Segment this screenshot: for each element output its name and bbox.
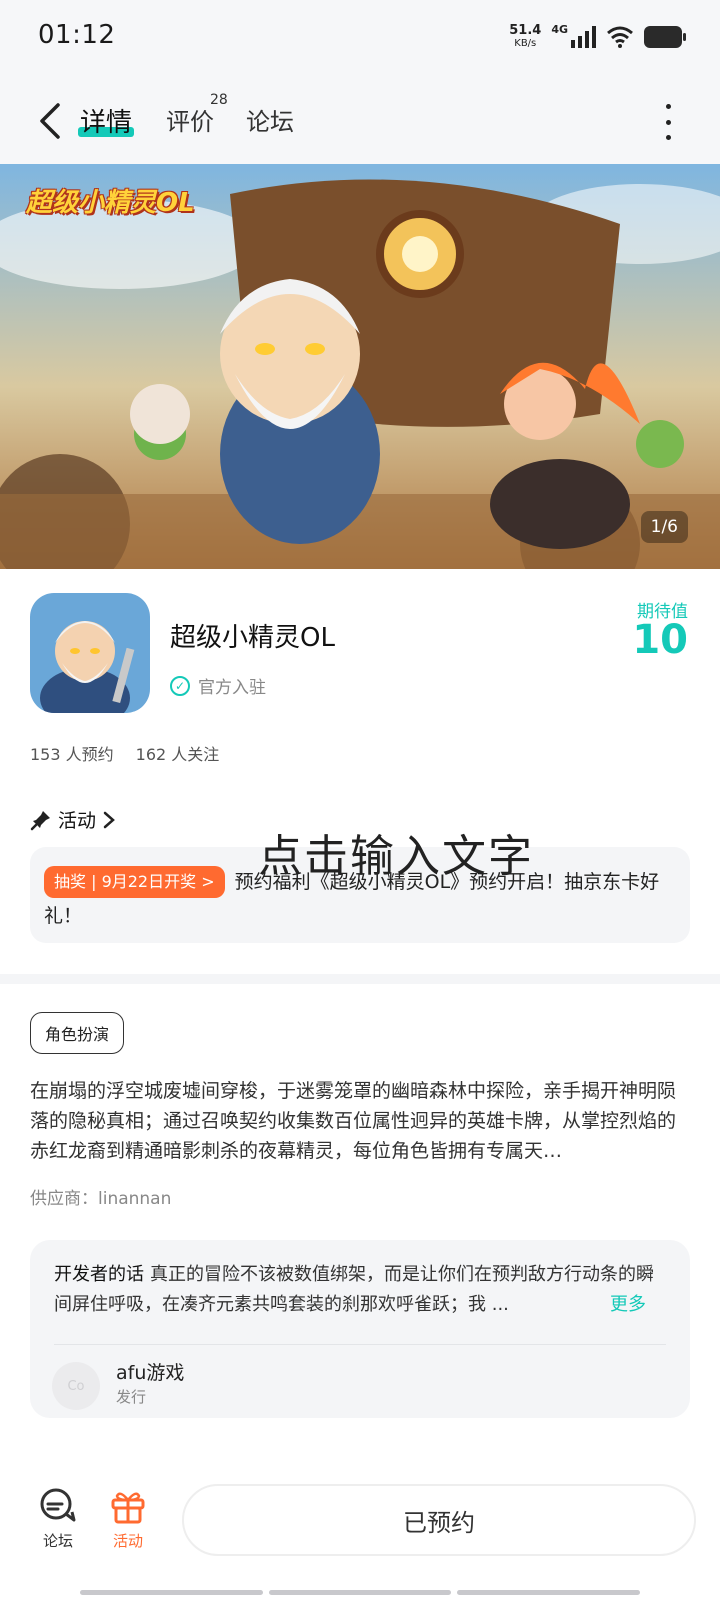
tab-forum[interactable]: 论坛	[246, 102, 294, 137]
publisher-role: 发行	[116, 1388, 147, 1406]
bottom-activity-label: 活动	[112, 1532, 143, 1550]
status-time: 01:12	[38, 20, 116, 50]
text-input-overlay[interactable]: 点击输入文字	[258, 820, 534, 884]
forum-chat-icon	[40, 1488, 76, 1522]
back-button[interactable]	[28, 96, 72, 146]
home-indicator-segment	[268, 1590, 452, 1595]
section-divider	[0, 974, 720, 984]
app-stats: 153 人预约 162 人关注	[30, 741, 219, 765]
chevron-right-icon	[103, 811, 115, 828]
status-bar: 01:12 51.4 KB/s 4G	[0, 0, 720, 78]
genre-tag[interactable]: 角色扮演	[30, 1012, 125, 1054]
app-icon	[30, 593, 150, 713]
developer-note-card: 开发者的话 真正的冒险不该被数值绑架，而是让你们在预判敌方行动条的瞬间屏住呼吸，在…	[30, 1240, 690, 1418]
review-count-badge: 28	[210, 92, 228, 108]
bottom-forum-button[interactable]: 论坛	[28, 1488, 88, 1551]
banner-artwork	[0, 164, 720, 569]
cell-signal-icon	[571, 26, 596, 48]
game-banner-carousel[interactable]: 超级小精灵OL 1/6	[0, 164, 720, 569]
expectation-value: 10	[632, 617, 688, 663]
tab-detail[interactable]: 详情	[78, 102, 135, 139]
home-indicator-segment	[80, 1590, 263, 1595]
activity-header-label: 活动	[58, 810, 97, 832]
developer-note: 开发者的话 真正的冒险不该被数值绑架，而是让你们在预判敌方行动条的瞬间屏住呼吸，在…	[54, 1260, 666, 1320]
developer-note-more-link[interactable]: 更多	[610, 1290, 646, 1316]
home-indicator-segment	[457, 1590, 641, 1595]
battery-icon	[644, 26, 686, 48]
app-icon-artwork	[30, 593, 150, 713]
tab-review[interactable]: 评价 28	[166, 92, 228, 137]
network-speed-value: 51.4	[509, 23, 542, 38]
developer-note-text: 真正的冒险不该被数值绑架，而是让你们在预判敌方行动条的瞬间屏住呼吸，在凑齐元素共…	[54, 1264, 654, 1315]
tab-review-label: 评价	[166, 108, 214, 136]
wifi-icon	[607, 26, 633, 48]
more-dot-icon	[665, 104, 671, 109]
bottom-activity-button[interactable]: 活动	[98, 1488, 158, 1551]
home-indicator	[80, 1590, 641, 1595]
bottom-action-bar: 论坛 活动 已预约	[0, 1466, 720, 1600]
app-info-section: 超级小精灵OL ✓ 官方入驻 期待值 10 153 人预约 162 人关注	[0, 569, 720, 779]
description-section: 角色扮演 在崩塌的浮空城废墟间穿梭，于迷雾笼罩的幽暗森林中探险，亲手揭开神明陨落…	[0, 984, 720, 1424]
tab-detail-label: 详情	[80, 108, 133, 138]
developer-card-divider	[54, 1344, 666, 1345]
network-speed-unit: KB/s	[514, 38, 537, 49]
avatar[interactable]: Co	[52, 1362, 100, 1410]
app-name: 超级小精灵OL	[170, 623, 335, 653]
supplier-label: 供应商：linannan	[30, 1189, 172, 1209]
check-circle-icon: ✓	[170, 675, 190, 696]
activity-header-link[interactable]: 活动	[30, 806, 116, 833]
gift-icon	[111, 1492, 145, 1524]
publisher-name[interactable]: afu游戏	[116, 1358, 184, 1385]
status-icons: 51.4 KB/s 4G	[509, 22, 686, 50]
chevron-left-icon	[40, 103, 60, 139]
banner-page-counter: 1/6	[640, 511, 688, 543]
network-speed: 51.4 KB/s	[509, 24, 541, 50]
top-nav-bar: 详情 评价 28 论坛	[0, 78, 720, 164]
more-options-button[interactable]	[656, 104, 680, 140]
pin-icon	[30, 810, 50, 830]
official-badge: ✓ 官方入驻	[170, 673, 266, 698]
more-dot-icon	[665, 119, 671, 125]
bottom-forum-label: 论坛	[42, 1532, 73, 1550]
reserved-button[interactable]: 已预约	[182, 1484, 696, 1556]
game-description[interactable]: 在崩塌的浮空城废墟间穿梭，于迷雾笼罩的幽暗森林中探险，亲手揭开神明陨落的隐秘真相…	[30, 1076, 680, 1166]
tab-forum-label: 论坛	[246, 108, 294, 136]
reservation-count: 153 人预约	[30, 745, 114, 764]
official-label: 官方入驻	[198, 678, 266, 698]
network-type-label: 4G	[551, 22, 568, 36]
banner-game-logo: 超级小精灵OL	[26, 188, 195, 218]
more-dot-icon	[665, 135, 671, 140]
lottery-tag: 抽奖 | 9月22日开奖 >	[44, 866, 225, 898]
follower-count: 162 人关注	[135, 745, 220, 764]
developer-note-title: 开发者的话	[54, 1264, 144, 1285]
